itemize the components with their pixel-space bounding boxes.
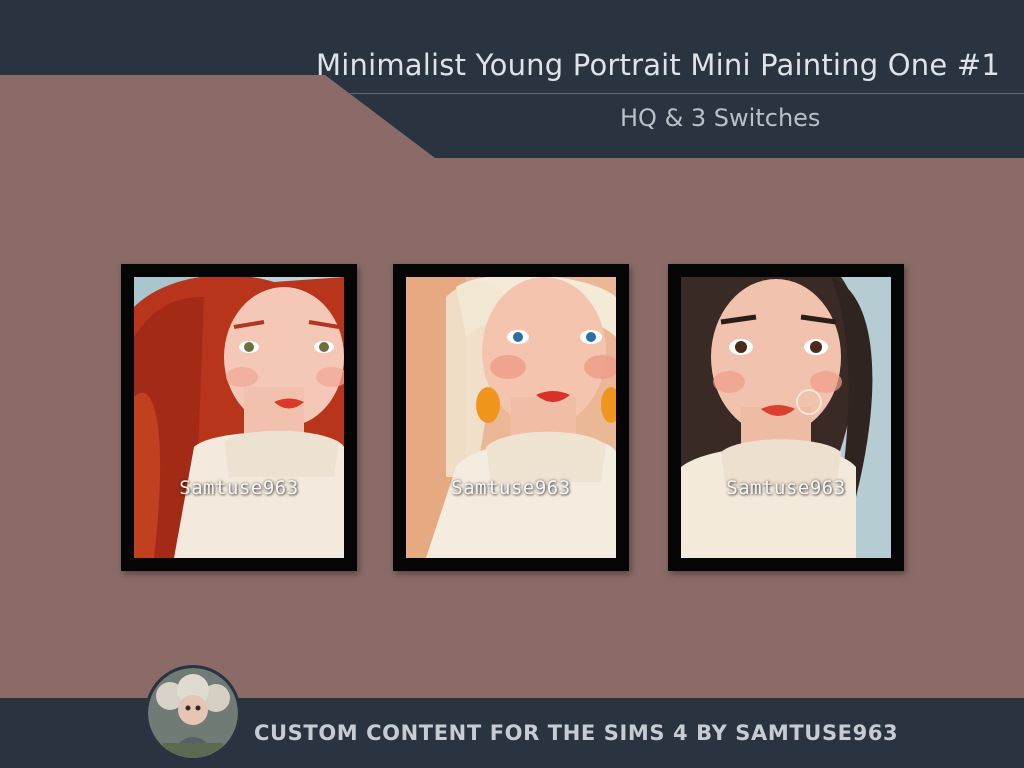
creator-avatar [148,668,238,758]
title-divider [350,93,1024,94]
page-subtitle: HQ & 3 Switches [620,104,821,132]
watermark-text: Samtuse963 [726,477,846,499]
portrait-blonde: Samtuse963 [406,277,616,558]
painting-frame-2[interactable]: Samtuse963 [393,264,629,571]
painting-frame-1[interactable]: Samtuse963 [121,264,357,571]
footer-credit: CUSTOM CONTENT FOR THE SIMS 4 BY SAMTUSE… [254,721,899,745]
watermark-text: Samtuse963 [179,477,299,499]
watermark-text: Samtuse963 [451,477,571,499]
portrait-dark-hair: Samtuse963 [681,277,891,558]
page-title: Minimalist Young Portrait Mini Painting … [316,48,1000,82]
portrait-red-hair: Samtuse963 [134,277,344,558]
painting-frame-3[interactable]: Samtuse963 [668,264,904,571]
